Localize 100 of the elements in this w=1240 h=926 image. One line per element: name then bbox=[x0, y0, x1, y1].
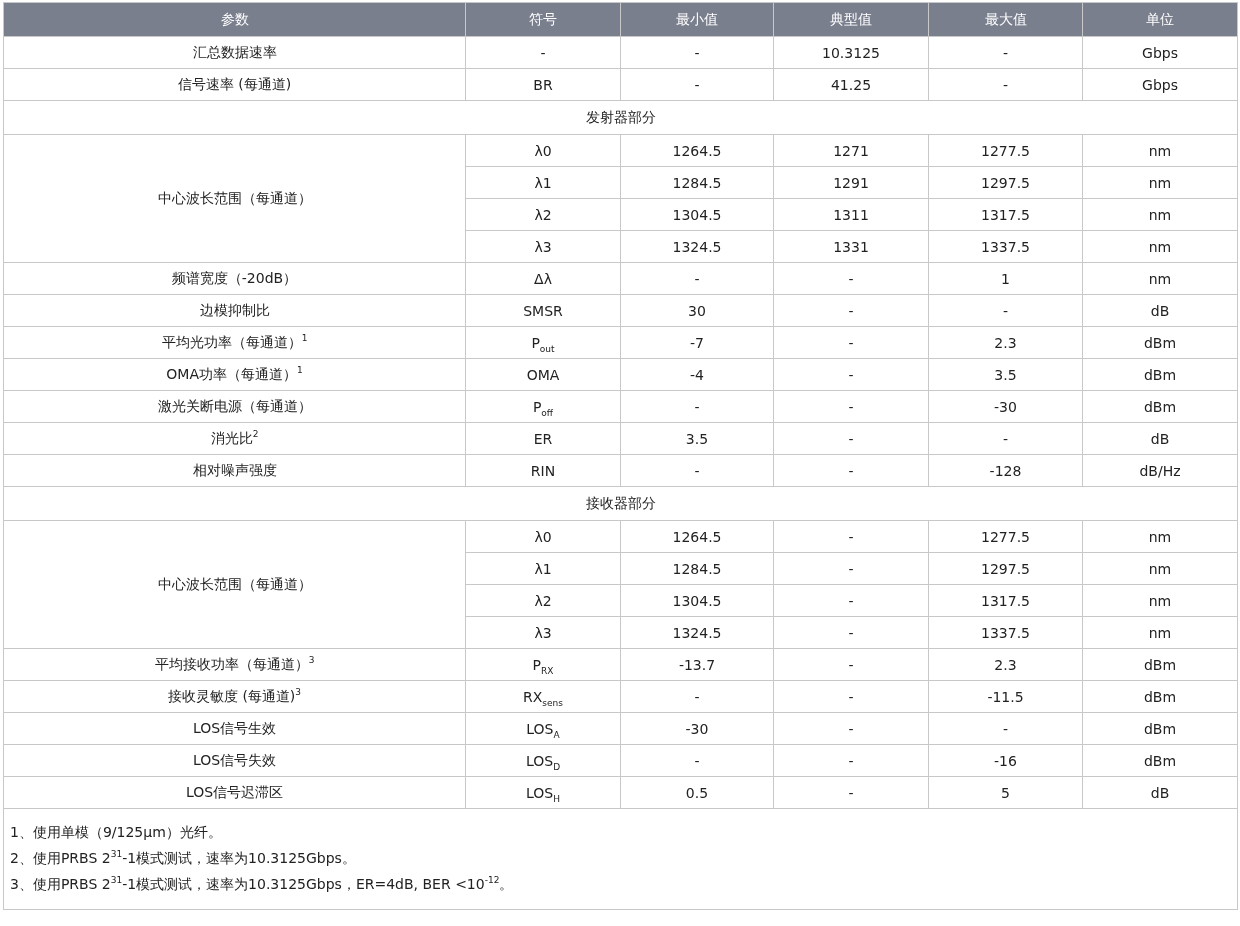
table-cell: - bbox=[620, 744, 774, 777]
table-cell: - bbox=[928, 712, 1083, 745]
table-cell: 频谱宽度（-20dB） bbox=[3, 262, 466, 295]
table-cell: 接收灵敏度 (每通道)$^{3}$ bbox=[3, 680, 466, 713]
table-cell: - bbox=[773, 616, 929, 649]
table-cell: - bbox=[773, 776, 929, 809]
table-cell: - bbox=[465, 36, 621, 69]
table-cell: 相对噪声强度 bbox=[3, 454, 466, 487]
table-cell: - bbox=[773, 454, 929, 487]
table-cell: 边模抑制比 bbox=[3, 294, 466, 327]
table-cell: P$_{out}$ bbox=[465, 326, 621, 359]
table-cell: - bbox=[773, 712, 929, 745]
table-cell: nm bbox=[1082, 198, 1238, 231]
table-cell: -4 bbox=[620, 358, 774, 391]
table-cell: Δλ bbox=[465, 262, 621, 295]
table-cell: nm bbox=[1082, 552, 1238, 585]
table-cell: 1337.5 bbox=[928, 230, 1083, 263]
table-cell: -30 bbox=[620, 712, 774, 745]
table-cell: nm bbox=[1082, 134, 1238, 167]
table-cell: 1277.5 bbox=[928, 134, 1083, 167]
table-cell: - bbox=[620, 454, 774, 487]
table-cell: - bbox=[773, 680, 929, 713]
table-cell: 3.5 bbox=[928, 358, 1083, 391]
table-cell: λ1 bbox=[465, 552, 621, 585]
table-cell: LOS信号失效 bbox=[3, 744, 466, 777]
table-cell: - bbox=[620, 680, 774, 713]
column-header: 单位 bbox=[1082, 2, 1238, 37]
table-cell: 2.3 bbox=[928, 326, 1083, 359]
table-cell: -11.5 bbox=[928, 680, 1083, 713]
table-cell: LOS信号迟滞区 bbox=[3, 776, 466, 809]
section-heading: 发射器部分 bbox=[3, 100, 1238, 135]
table-cell: 5 bbox=[928, 776, 1083, 809]
table-cell: 1297.5 bbox=[928, 166, 1083, 199]
column-header: 典型值 bbox=[773, 2, 929, 37]
table-cell: LOS$_{A}$ bbox=[465, 712, 621, 745]
table-cell: 41.25 bbox=[773, 68, 929, 101]
table-cell: -13.7 bbox=[620, 648, 774, 681]
table-cell: 0.5 bbox=[620, 776, 774, 809]
table-cell: 平均光功率（每通道）$^{1}$ bbox=[3, 326, 466, 359]
table-cell: dBm bbox=[1082, 680, 1238, 713]
table-cell: RX$_{sens}$ bbox=[465, 680, 621, 713]
table-cell: dBm bbox=[1082, 712, 1238, 745]
table-cell: 1291 bbox=[773, 166, 929, 199]
footnote: 3、使用PRBS 2$^{31}$-1模式测试，速率为10.3125Gbps，ER=4dB, BER <10$^{-12}$。 bbox=[10, 874, 515, 894]
table-cell: 1277.5 bbox=[928, 520, 1083, 553]
table-cell: 1284.5 bbox=[620, 552, 774, 585]
table-cell: P$_{RX}$ bbox=[465, 648, 621, 681]
table-cell: dBm bbox=[1082, 390, 1238, 423]
table-cell: -16 bbox=[928, 744, 1083, 777]
table-cell: - bbox=[620, 262, 774, 295]
table-cell: 1304.5 bbox=[620, 198, 774, 231]
table-cell: - bbox=[773, 584, 929, 617]
table-cell: 2.3 bbox=[928, 648, 1083, 681]
table-cell: 1284.5 bbox=[620, 166, 774, 199]
table-cell: dB bbox=[1082, 422, 1238, 455]
table-cell: 汇总数据速率 bbox=[3, 36, 466, 69]
table-cell: - bbox=[620, 36, 774, 69]
table-cell: 1317.5 bbox=[928, 198, 1083, 231]
table-cell: LOS$_{D}$ bbox=[465, 744, 621, 777]
table-cell: 10.3125 bbox=[773, 36, 929, 69]
table-cell: 1304.5 bbox=[620, 584, 774, 617]
table-cell: BR bbox=[465, 68, 621, 101]
table-cell: 平均接收功率（每通道）$^{3}$ bbox=[3, 648, 466, 681]
table-cell: - bbox=[773, 520, 929, 553]
table-cell: 1264.5 bbox=[620, 520, 774, 553]
table-cell: nm bbox=[1082, 616, 1238, 649]
table-cell: 1311 bbox=[773, 198, 929, 231]
table-cell: 中心波长范围（每通道） bbox=[3, 520, 466, 649]
table-cell: - bbox=[773, 648, 929, 681]
table-cell: 30 bbox=[620, 294, 774, 327]
table-cell: P$_{off}$ bbox=[465, 390, 621, 423]
table-cell: - bbox=[928, 36, 1083, 69]
table-cell: λ3 bbox=[465, 616, 621, 649]
table-cell: dB bbox=[1082, 776, 1238, 809]
table-cell: dBm bbox=[1082, 326, 1238, 359]
table-cell: 1317.5 bbox=[928, 584, 1083, 617]
footnote: 2、使用PRBS 2$^{31}$-1模式测试，速率为10.3125Gbps。 bbox=[10, 848, 357, 868]
table-cell: LOS$_{H}$ bbox=[465, 776, 621, 809]
table-cell: - bbox=[620, 390, 774, 423]
table-cell: λ0 bbox=[465, 134, 621, 167]
column-header: 最小值 bbox=[620, 2, 774, 37]
table-cell: λ2 bbox=[465, 198, 621, 231]
table-cell: OMA bbox=[465, 358, 621, 391]
table-cell: 1331 bbox=[773, 230, 929, 263]
table-cell: 1264.5 bbox=[620, 134, 774, 167]
table-cell: dBm bbox=[1082, 744, 1238, 777]
table-cell: - bbox=[928, 422, 1083, 455]
table-cell: 消光比$^{2}$ bbox=[3, 422, 466, 455]
table-cell: λ3 bbox=[465, 230, 621, 263]
table-cell: - bbox=[928, 68, 1083, 101]
table-cell: nm bbox=[1082, 166, 1238, 199]
table-cell: nm bbox=[1082, 520, 1238, 553]
table-cell: LOS信号生效 bbox=[3, 712, 466, 745]
table-cell: nm bbox=[1082, 262, 1238, 295]
table-cell: - bbox=[773, 262, 929, 295]
table-cell: λ2 bbox=[465, 584, 621, 617]
table-cell: 3.5 bbox=[620, 422, 774, 455]
table-cell: - bbox=[620, 68, 774, 101]
table-cell: ER bbox=[465, 422, 621, 455]
table-cell: - bbox=[773, 390, 929, 423]
